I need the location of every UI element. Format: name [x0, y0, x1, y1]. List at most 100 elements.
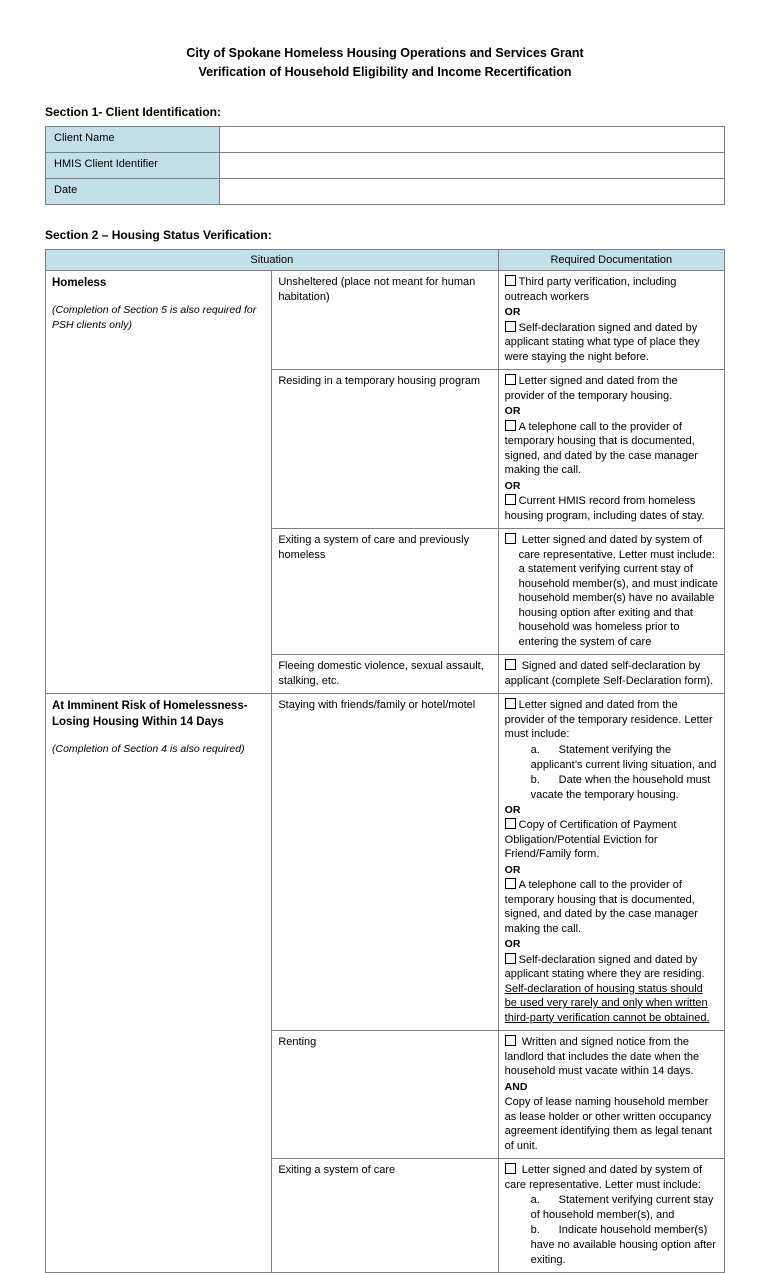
title-line-1: City of Spokane Homeless Housing Operati… — [186, 46, 584, 60]
client-identification-table: Client Name HMIS Client Identifier Date — [45, 126, 725, 205]
doc-item-text: A telephone call to the provider of temp… — [504, 420, 698, 477]
doc-item-text: Written and signed notice from the landl… — [504, 1036, 700, 1077]
doc-item-text: Self-declaration signed and dated by app… — [504, 321, 700, 363]
date-field[interactable] — [219, 178, 725, 205]
doc-item-text: Self-declaration signed and dated by app… — [504, 953, 705, 981]
list-marker: a. — [530, 1194, 540, 1206]
housing-status-verification-table: Situation Required Documentation Homeles… — [44, 249, 726, 1273]
doc-item: Self-declaration signed and dated by app… — [504, 952, 718, 1026]
doc-item: Current HMIS record from homeless housin… — [504, 494, 718, 523]
hmis-client-identifier-field[interactable] — [219, 152, 725, 179]
doc-item: Letter signed and dated from the provide… — [504, 698, 718, 742]
section-2-heading: Section 2 – Housing Status Verification: — [45, 228, 272, 242]
documentation-renting: Written and signed notice from the landl… — [497, 1030, 726, 1159]
and-separator: AND — [504, 1080, 528, 1093]
category-note: (Completion of Section 5 is also require… — [52, 304, 257, 331]
checkbox-icon[interactable] — [504, 275, 516, 286]
situation-fleeing-domestic-violence: Fleeing domestic violence, sexual assaul… — [271, 654, 499, 694]
checkbox-icon[interactable] — [504, 494, 516, 505]
situation-staying-with-friends-family: Staying with friends/family or hotel/mot… — [271, 693, 499, 1031]
situation-exiting-system-of-care-homeless: Exiting a system of care and previously … — [271, 528, 499, 655]
category-homeless: Homeless (Completion of Section 5 is als… — [44, 270, 273, 694]
document-page: City of Spokane Homeless Housing Operati… — [0, 0, 770, 1273]
doc-item: Letter signed and dated from the provide… — [504, 374, 718, 403]
list-marker: a. — [530, 743, 540, 756]
sub-list: a. Statement verifying the applicant’s cu… — [505, 743, 718, 803]
table-header-row: Situation Required Documentation — [45, 249, 726, 271]
documentation-unsheltered: Third party verification, including outr… — [497, 270, 726, 370]
list-item: b. Indicate household member(s) have no a… — [531, 1223, 718, 1268]
documentation-exiting-system-of-care: Letter signed and dated by system of car… — [497, 1158, 726, 1273]
list-item-text: Indicate household member(s) have no ava… — [530, 1224, 716, 1266]
documentation-fleeing-domestic-violence: Signed and dated self-declaration by app… — [497, 654, 726, 694]
table-row: Client Name — [45, 126, 725, 153]
client-name-label: Client Name — [45, 126, 220, 153]
doc-item-text: Letter signed and dated by system of car… — [504, 1164, 703, 1191]
doc-item-text: Letter signed and dated by system of car… — [518, 534, 718, 648]
doc-item: Written and signed notice from the landl… — [504, 1035, 718, 1079]
checkbox-icon[interactable] — [504, 878, 516, 889]
doc-item-text: Current HMIS record from homeless housin… — [504, 495, 705, 522]
title-line-2: Verification of Household Eligibility an… — [198, 65, 572, 79]
date-label: Date — [45, 178, 220, 205]
checkbox-icon[interactable] — [504, 419, 516, 431]
table-row: Date — [45, 178, 725, 205]
documentation-exiting-system-of-care-homeless: Letter signed and dated by system of car… — [497, 528, 726, 655]
doc-item-text: Third party verification, including outr… — [504, 276, 677, 303]
doc-item: A telephone call to the provider of temp… — [504, 419, 718, 478]
situation-exiting-system-of-care: Exiting a system of care — [271, 1158, 499, 1273]
checkbox-icon[interactable] — [504, 320, 516, 332]
list-item: a. Statement verifying the applicant’s cu… — [531, 743, 718, 773]
category-title: At Imminent Risk of Homelessness- Losing… — [52, 700, 248, 728]
table-row: At Imminent Risk of Homelessness- Losing… — [44, 693, 726, 1273]
documentation-temporary-housing-program: Letter signed and dated from the provide… — [497, 369, 726, 529]
or-separator: OR — [504, 938, 521, 950]
situation-renting: Renting — [271, 1030, 499, 1159]
doc-item-underlined-text: Self-declaration of housing status shoul… — [504, 982, 710, 1024]
document-content: City of Spokane Homeless Housing Operati… — [44, 44, 726, 1273]
document-title: City of Spokane Homeless Housing Operati… — [45, 44, 725, 82]
list-item-text: Statement verifying the applicant’s curr… — [530, 743, 717, 771]
doc-item-text: Letter signed and dated from the provide… — [504, 699, 713, 740]
sub-list: a. Statement verifying current stay of ho… — [505, 1193, 718, 1268]
or-separator: OR — [504, 479, 521, 492]
doc-item: Letter signed and dated by system of car… — [504, 1163, 718, 1192]
doc-item: Self-declaration signed and dated by app… — [504, 320, 718, 365]
checkbox-icon[interactable] — [504, 1035, 516, 1046]
or-separator: OR — [504, 863, 521, 876]
list-marker: b. — [530, 773, 540, 786]
doc-item-text: Signed and dated self-declaration by app… — [504, 660, 714, 687]
checkbox-icon[interactable] — [504, 1163, 516, 1174]
doc-item: A telephone call to the provider of temp… — [504, 878, 718, 936]
situation-unsheltered: Unsheltered (place not meant for human h… — [271, 270, 499, 370]
doc-item: Signed and dated self-declaration by app… — [504, 659, 718, 688]
or-separator: OR — [504, 803, 521, 816]
list-marker: b. — [530, 1224, 540, 1236]
doc-item: Letter signed and dated by system of car… — [504, 533, 718, 649]
checkbox-icon[interactable] — [504, 533, 516, 544]
doc-item: Third party verification, including outr… — [504, 275, 718, 304]
doc-item-text: A telephone call to the provider of temp… — [504, 879, 698, 935]
list-item: a. Statement verifying current stay of ho… — [531, 1193, 718, 1223]
client-name-field[interactable] — [219, 126, 725, 153]
category-at-imminent-risk: At Imminent Risk of Homelessness- Losing… — [44, 693, 273, 1273]
doc-item: Copy of Certification of Payment Obligat… — [504, 818, 718, 862]
situation-header: Situation — [45, 249, 499, 271]
checkbox-icon[interactable] — [504, 374, 516, 385]
documentation-staying-with-friends-family: Letter signed and dated from the provide… — [497, 693, 726, 1031]
or-separator: OR — [504, 306, 521, 318]
checkbox-icon[interactable] — [504, 698, 516, 709]
checkbox-icon[interactable] — [504, 818, 516, 829]
doc-item-text: Copy of lease naming household member as… — [504, 1096, 712, 1152]
doc-item: Copy of lease naming household member as… — [505, 1095, 718, 1153]
checkbox-icon[interactable] — [504, 952, 516, 964]
situation-temporary-housing-program: Residing in a temporary housing program — [271, 369, 499, 529]
table-row: HMIS Client Identifier — [45, 152, 725, 179]
list-item: b. Date when the household must vacate th… — [531, 773, 718, 803]
list-item-text: Statement verifying current stay of hous… — [530, 1194, 714, 1221]
doc-item-text: Copy of Certification of Payment Obligat… — [504, 819, 677, 860]
checkbox-icon[interactable] — [504, 659, 516, 670]
hmis-client-identifier-label: HMIS Client Identifier — [45, 152, 220, 179]
required-documentation-header: Required Documentation — [497, 249, 726, 271]
or-separator: OR — [504, 405, 521, 417]
